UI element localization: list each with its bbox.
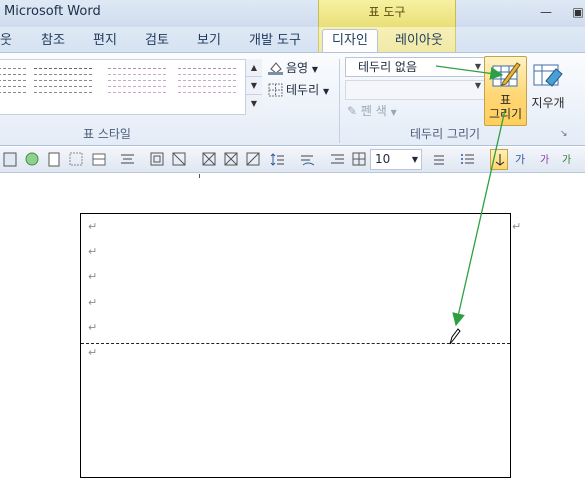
tab-layout[interactable]: 레이아웃 <box>395 32 443 50</box>
tab-view[interactable]: 보기 <box>197 32 221 50</box>
draw-table-label-1: 표 <box>499 93 512 107</box>
svg-text:가: 가 <box>540 154 549 166</box>
table-tools-context-label: 표 도구 <box>318 0 456 27</box>
tab-mailings[interactable]: 편지 <box>93 32 117 50</box>
paragraph-mark: ↵ <box>88 270 98 283</box>
paragraph-mark: ↵ <box>88 346 98 359</box>
list-icon[interactable] <box>430 152 445 167</box>
font-size-input[interactable]: 10 ▼ <box>370 149 422 170</box>
border-weight-select[interactable]: ▼ <box>345 80 485 100</box>
cell-border-icon[interactable] <box>150 152 165 167</box>
subscript-icon[interactable]: 가 <box>562 152 577 167</box>
line-spacing-icon[interactable] <box>270 152 285 167</box>
grid-icon[interactable] <box>69 152 84 167</box>
paragraph-mark: ↵ <box>88 321 98 334</box>
table-icon[interactable] <box>3 152 18 167</box>
globe-icon[interactable] <box>25 152 40 167</box>
superscript-icon[interactable]: 가 <box>540 152 555 167</box>
row-end-mark: ↵ <box>512 220 522 233</box>
ribbon: ▲ ▼ ▼ 음영 ▼ 테두리 ▼ 표 스타일 테두리 없음 ▼ ▼ ✎ 펜 색 … <box>0 52 585 146</box>
paragraph-mark-icon <box>495 154 505 166</box>
eraser-label: 지우개 <box>531 96 565 110</box>
tab-developer[interactable]: 개발 도구 <box>249 32 301 50</box>
table-style-thumb[interactable] <box>108 68 166 106</box>
tab-review[interactable]: 검토 <box>145 32 169 50</box>
font-size-value: 10 <box>375 152 391 166</box>
shading-button[interactable]: 음영 ▼ <box>268 59 318 76</box>
table-style-thumb[interactable] <box>0 68 26 106</box>
cross-cell-icon[interactable] <box>202 152 217 167</box>
table-style-thumb[interactable] <box>34 68 92 106</box>
ribbon-tab-row: 웃 참조 편지 검토 보기 개발 도구 디자인 레이아웃 <box>0 27 585 54</box>
gallery-more-icon[interactable]: ▼ <box>246 95 262 113</box>
tab-design[interactable]: 디자인 <box>322 29 378 54</box>
page-icon[interactable] <box>47 152 62 167</box>
minimize-icon[interactable]: — <box>537 4 555 20</box>
document-table[interactable] <box>80 213 511 478</box>
restore-icon[interactable]: ▣ <box>569 4 585 20</box>
shading-label: 음영 <box>286 61 309 75</box>
align-icon[interactable] <box>120 152 135 167</box>
borders-group-label: 테두리 그리기 <box>410 127 481 141</box>
table-styles-group-label: 표 스타일 <box>83 127 131 141</box>
svg-text:가: 가 <box>562 154 571 166</box>
paragraph-mark: ↵ <box>88 245 98 258</box>
draw-table-icon <box>492 62 521 87</box>
borders-label: 테두리 <box>286 83 320 97</box>
app-title: Microsoft Word <box>4 4 101 19</box>
quick-toolbar: 10 ▼ 가 가 가 <box>0 147 585 173</box>
gallery-scroll[interactable]: ▲ ▼ ▼ <box>245 59 262 115</box>
tab-references[interactable]: 참조 <box>41 32 65 50</box>
draw-table-button[interactable]: 표 그리기 <box>484 56 527 126</box>
draw-table-label-2: 그리기 <box>488 107 523 121</box>
eraser-button[interactable]: 지우개 <box>528 57 568 127</box>
cross-cell-icon[interactable] <box>246 152 261 167</box>
borders-button[interactable]: 테두리 ▼ <box>268 81 329 98</box>
svg-text:가: 가 <box>515 153 525 166</box>
pen-color-button[interactable]: ✎ 펜 색 ▼ <box>347 102 397 119</box>
pen-color-label: 펜 색 <box>360 104 387 118</box>
ruler-tick <box>199 174 200 178</box>
border-style-select[interactable]: 테두리 없음 ▼ <box>345 57 485 77</box>
dialog-launcher-icon[interactable]: ↘ <box>560 129 568 139</box>
gallery-up-icon[interactable]: ▲ <box>246 59 262 77</box>
table-style-thumb[interactable] <box>178 68 236 106</box>
pen-icon: ✎ <box>347 104 358 118</box>
paragraph-mark: ↵ <box>88 220 98 233</box>
group-separator <box>339 59 340 143</box>
chevron-down-icon: ▼ <box>474 81 481 90</box>
borders-icon <box>268 83 283 97</box>
cross-cell-icon[interactable] <box>224 152 239 167</box>
table-styles-gallery[interactable] <box>0 59 262 115</box>
insert-table-icon[interactable] <box>92 152 107 167</box>
numbered-list-icon[interactable] <box>460 152 475 167</box>
eraser-icon <box>533 64 563 87</box>
border-style-value: 테두리 없음 <box>358 60 418 74</box>
indent-icon[interactable] <box>330 152 345 167</box>
tab-insert[interactable]: 웃 <box>0 32 12 50</box>
title-bar: Microsoft Word 표 도구 — ▣ <box>0 0 585 27</box>
chevron-down-icon: ▼ <box>474 62 481 71</box>
text-style-icon[interactable] <box>300 152 315 167</box>
drawing-guide-line <box>81 343 510 344</box>
font-color-icon[interactable]: 가 <box>515 152 530 167</box>
chevron-down-icon: ▼ <box>411 155 418 164</box>
gallery-down-icon[interactable]: ▼ <box>246 77 262 95</box>
diagonal-icon[interactable] <box>172 152 187 167</box>
paragraph-mark: ↵ <box>88 296 98 309</box>
shading-icon <box>268 61 283 75</box>
grid-icon[interactable] <box>352 152 367 167</box>
